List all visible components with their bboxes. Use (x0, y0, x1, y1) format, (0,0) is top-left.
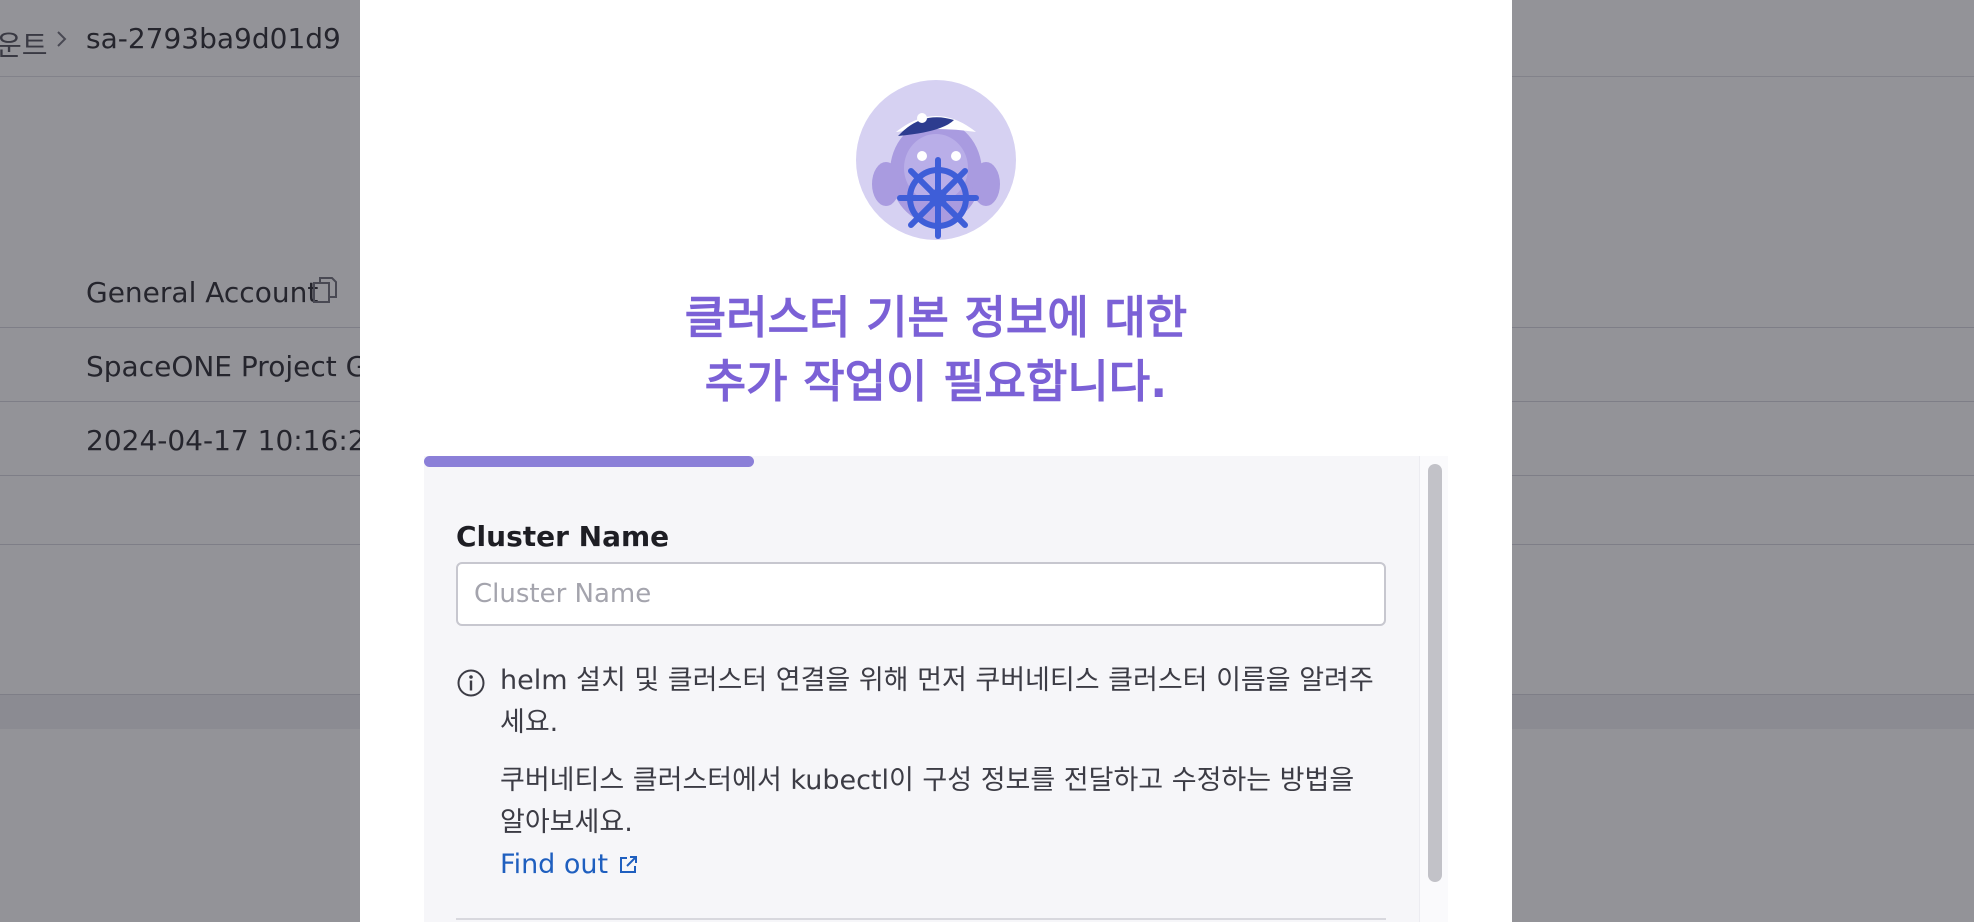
scrollbar[interactable] (1419, 456, 1448, 922)
help-text: helm 설치 및 클러스터 연결을 위해 먼저 쿠버네티스 클러스터 이름을 … (500, 665, 1374, 738)
help-text-kubectl: 쿠버네티스 클러스터에서 kubectl이 구성 정보를 전달하고 수정하는 방… (500, 765, 1355, 838)
modal-title: 클러스터 기본 정보에 대한 추가 작업이 필요합니다. (360, 286, 1512, 414)
external-link-icon (620, 856, 638, 873)
scrollbar-thumb[interactable] (1428, 464, 1442, 882)
progress-bar-fill (424, 456, 754, 467)
cluster-name-label: Cluster Name (456, 520, 670, 553)
find-out-link[interactable]: Find out (500, 844, 640, 886)
cluster-setup-modal: 클러스터 기본 정보에 대한 추가 작업이 필요합니다. Cluster Nam… (360, 0, 1512, 922)
progress-bar (424, 456, 1424, 467)
cluster-name-input[interactable] (456, 562, 1386, 626)
kubernetes-mascot-icon (856, 80, 1016, 240)
find-out-label: Find out (500, 849, 609, 880)
form-panel: Cluster Name helm 설치 및 클러스터 연결을 위해 먼저 쿠버… (424, 456, 1448, 922)
modal-title-line-1: 클러스터 기본 정보에 대한 (684, 291, 1188, 344)
panel-divider (456, 918, 1386, 920)
modal-title-line-2: 추가 작업이 필요합니다. (704, 355, 1168, 408)
info-icon (457, 669, 485, 697)
